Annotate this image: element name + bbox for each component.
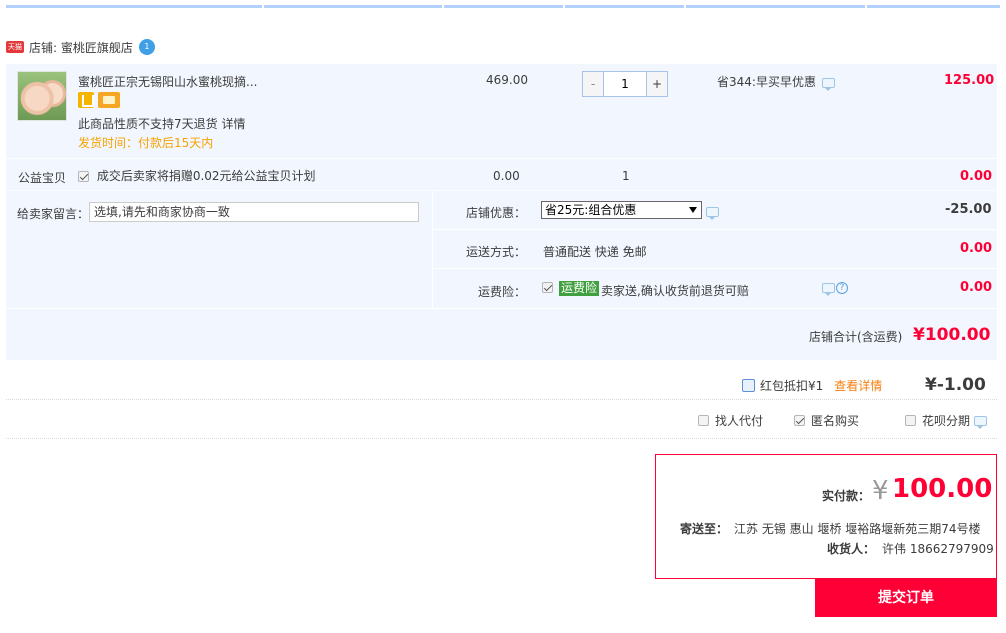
comment-icon[interactable]	[821, 77, 835, 91]
service-badge-icon	[78, 92, 94, 108]
header-divider	[865, 5, 867, 9]
currency-symbol: ¥	[872, 476, 889, 506]
address-value: 江苏 无锡 惠山 堰桥 堰裕路堰新苑三期74号楼	[734, 522, 981, 536]
red-packet-details-link[interactable]: 查看详情	[834, 377, 882, 394]
shipping-method: 普通配送 快递 免邮	[543, 245, 647, 259]
charity-option: 成交后卖家将捐赠0.02元给公益宝贝计划	[78, 167, 316, 184]
red-packet-checkbox[interactable]	[742, 379, 755, 392]
message-input[interactable]: 选填,请先和商家协商一致	[89, 202, 419, 222]
discount-info	[706, 204, 719, 220]
promo-label: 省344:早买早优惠	[717, 75, 816, 89]
no-return-notice: 此商品性质不支持7天退货 详情	[78, 117, 246, 131]
receiver-value: 许伟 18662797909	[882, 542, 994, 556]
message-label: 给卖家留言：	[17, 207, 90, 221]
store-sum-value: ¥100.00	[913, 325, 991, 345]
quantity-stepper: - 1 +	[582, 71, 668, 97]
submit-order-button[interactable]: 提交订单	[815, 579, 997, 617]
dropdown-arrow-icon	[689, 207, 697, 213]
store-discount-label: 店铺优惠：	[465, 206, 526, 220]
charity-text: 成交后卖家将捐赠0.02元给公益宝贝计划	[96, 169, 316, 183]
insurance-checkbox[interactable]	[542, 282, 553, 293]
store-sum-label: 店铺合计(含运费)	[809, 330, 903, 344]
qty-minus-button[interactable]: -	[583, 72, 604, 96]
product-thumbnail[interactable]	[17, 71, 67, 121]
unit-price: 469.00	[486, 73, 528, 87]
option-label: 找人代付	[715, 414, 764, 428]
row-divider	[432, 268, 997, 269]
store-discount-value: -25.00	[945, 202, 992, 217]
insurance-option	[542, 280, 553, 294]
pay-for-me-checkbox[interactable]	[698, 415, 709, 426]
charity-checkbox[interactable]	[78, 171, 89, 182]
divider	[6, 399, 997, 400]
help-icon[interactable]: ?	[836, 282, 848, 294]
red-packet-value: ¥-1.00	[925, 375, 986, 395]
card-payment-icon	[98, 92, 120, 108]
shop-name[interactable]: 店铺: 蜜桃匠旗舰店	[29, 39, 133, 56]
shipping-label: 运送方式：	[465, 245, 526, 259]
installment-checkbox[interactable]	[905, 415, 916, 426]
charity-price: 0.00	[493, 169, 520, 183]
shipping-total: 0.00	[960, 241, 993, 256]
insurance-label: 运费险：	[477, 285, 526, 299]
anonymous-checkbox[interactable]	[794, 415, 805, 426]
table-header-bar	[6, 5, 1000, 8]
insurance-badge: 运费险	[559, 281, 600, 296]
charity-total: 0.00	[960, 169, 993, 184]
charity-label: 公益宝贝	[18, 171, 67, 185]
header-divider	[563, 5, 565, 9]
qty-input[interactable]: 1	[604, 72, 646, 96]
insurance-total: 0.00	[960, 280, 993, 295]
store-discount-selected: 省25元:组合优惠	[545, 203, 637, 217]
option-installment: 花呗分期	[905, 412, 988, 429]
address-label: 寄送至：	[680, 522, 729, 536]
paid-amount: 100.00	[892, 474, 993, 504]
comment-icon[interactable]	[706, 206, 719, 220]
comment-icon[interactable]	[822, 283, 835, 296]
store-discount-select[interactable]: 省25元:组合优惠	[541, 201, 702, 219]
option-pay-for-me: 找人代付	[698, 412, 763, 429]
header-divider	[262, 5, 264, 9]
comment-icon[interactable]	[974, 415, 988, 429]
qty-plus-button[interactable]: +	[646, 72, 667, 96]
option-label: 花呗分期	[922, 414, 971, 428]
divider	[6, 438, 997, 439]
red-packet-row: 红包抵扣¥1 查看详情	[742, 377, 882, 394]
option-anonymous: 匿名购买	[794, 412, 859, 429]
tmall-icon: 天猫	[6, 41, 24, 53]
wangwang-chat-icon[interactable]: 1	[138, 39, 155, 55]
red-packet-text: 红包抵扣¥1	[760, 379, 824, 393]
item-subtotal: 125.00	[944, 73, 995, 88]
payment-summary	[655, 454, 997, 579]
header-divider	[442, 5, 444, 9]
option-label: 匿名购买	[811, 414, 860, 428]
shop-row: 天猫 店铺: 蜜桃匠旗舰店 1	[6, 38, 155, 56]
header-divider	[684, 5, 686, 9]
insurance-text: 卖家送,确认收货前退货可赔	[601, 284, 749, 298]
item-title[interactable]: 蜜桃匠正宗无锡阳山水蜜桃现摘...	[78, 73, 257, 90]
row-divider	[432, 229, 997, 230]
ship-time: 发货时间：付款后15天内	[78, 136, 214, 150]
receiver-label: 收货人：	[827, 542, 876, 556]
charity-qty: 1	[622, 169, 630, 183]
paid-label: 实付款：	[822, 489, 871, 503]
insurance-icons: ?	[822, 282, 848, 296]
promo-text: 省344:早买早优惠	[717, 73, 835, 91]
